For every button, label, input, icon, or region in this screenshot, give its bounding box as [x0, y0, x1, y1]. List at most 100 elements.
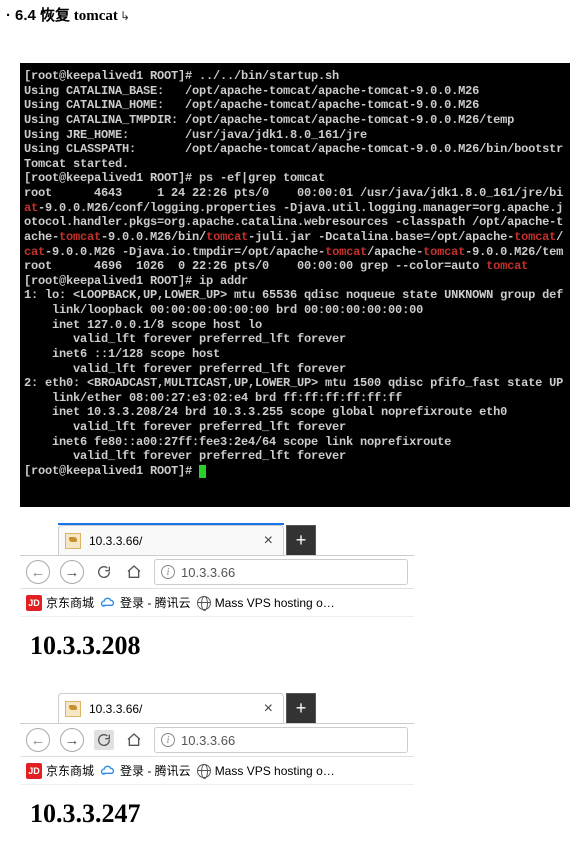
return-symbol: ↲	[120, 9, 130, 23]
browser-window-1: 10.3.3.66/ × + ← → i 10.3.3.66 JD 京东商城 登…	[20, 523, 414, 675]
favicon-icon	[65, 533, 81, 549]
match-text: at	[24, 201, 38, 215]
favicon-icon	[65, 701, 81, 717]
bullet: ·	[6, 7, 11, 24]
globe-icon	[197, 764, 211, 778]
bookmark-label: 京东商城	[46, 762, 94, 779]
prompt: [root@keepalived1 ROOT]#	[24, 171, 199, 185]
address-text: 10.3.3.66	[181, 565, 235, 580]
output-line: inet6 fe80::a00:27ff:fee3:2e4/64 scope l…	[24, 435, 451, 449]
bookmark-bar: JD 京东商城 登录 - 腾讯云 Mass VPS hosting o…	[20, 589, 414, 617]
output-line: /apache-	[367, 245, 423, 259]
home-button[interactable]	[124, 730, 144, 750]
bookmark-label: 登录 - 腾讯云	[120, 594, 191, 611]
browser-tab[interactable]: 10.3.3.66/ ×	[58, 693, 284, 723]
reload-button[interactable]	[94, 730, 114, 750]
output-line: 2: eth0: <BROADCAST,MULTICAST,UP,LOWER_U…	[24, 376, 563, 390]
command: ps -ef|grep tomcat	[199, 171, 325, 185]
bookmark-item-vps[interactable]: Mass VPS hosting o…	[197, 596, 335, 610]
browser-window-2: 10.3.3.66/ × + ← → i 10.3.3.66 JD 京东商城 登…	[20, 691, 414, 843]
home-icon	[126, 564, 142, 580]
address-text: 10.3.3.66	[181, 733, 235, 748]
output-line: Using JRE_HOME: /usr/java/jdk1.8.0_161/j…	[24, 128, 367, 142]
bookmark-label: 京东商城	[46, 594, 94, 611]
output-line: -9.0.0.M26/bin/	[101, 230, 206, 244]
info-icon[interactable]: i	[161, 565, 175, 579]
home-icon	[126, 732, 142, 748]
reload-button[interactable]	[94, 562, 114, 582]
prompt: [root@keepalived1 ROOT]#	[24, 464, 199, 478]
address-bar[interactable]: i 10.3.3.66	[154, 727, 408, 753]
output-line: inet 10.3.3.208/24 brd 10.3.3.255 scope …	[24, 405, 507, 419]
page-text: 10.3.3.208	[30, 631, 141, 660]
output-line: root 4696 1026 0 22:26 pts/0 00:00:00 gr…	[24, 259, 486, 273]
command: ../../bin/startup.sh	[199, 69, 339, 83]
output-line: valid_lft forever preferred_lft forever	[24, 362, 346, 376]
match-text: cat	[24, 245, 45, 259]
match-text: tomcat	[325, 245, 367, 259]
match-text: tomcat	[59, 230, 101, 244]
output-line: valid_lft forever preferred_lft forever	[24, 449, 346, 463]
output-line: Tomcat started.	[24, 157, 129, 171]
prompt: [root@keepalived1 ROOT]#	[24, 274, 199, 288]
output-line: ache-	[24, 230, 59, 244]
prompt: [root@keepalived1 ROOT]#	[24, 69, 199, 83]
browser-toolbar: ← → i 10.3.3.66	[20, 555, 414, 589]
output-line: -juli.jar -Dcatalina.base=/opt/apache-	[248, 230, 514, 244]
cursor	[199, 465, 206, 478]
output-line: root 4643 1 24 22:26 pts/0 00:00:01 /usr…	[24, 186, 563, 200]
new-tab-button[interactable]: +	[286, 693, 316, 723]
tab-bar: 10.3.3.66/ × +	[20, 523, 414, 555]
page-body: 10.3.3.247	[20, 785, 414, 843]
bookmark-label: 登录 - 腾讯云	[120, 762, 191, 779]
output-line: -9.0.0.M26/conf/logging.properties -Djav…	[38, 201, 563, 215]
cloud-icon	[100, 596, 116, 610]
match-text: tomcat	[514, 230, 556, 244]
close-tab-button[interactable]: ×	[260, 700, 277, 718]
bookmark-item-vps[interactable]: Mass VPS hosting o…	[197, 764, 335, 778]
new-tab-button[interactable]: +	[286, 525, 316, 555]
output-line: link/ether 08:00:27:e3:02:e4 brd ff:ff:f…	[24, 391, 402, 405]
heading-text: 恢复 tomcat	[40, 8, 118, 24]
bookmark-item-tencent[interactable]: 登录 - 腾讯云	[100, 762, 191, 779]
terminal-window: [root@keepalived1 ROOT]# ../../bin/start…	[20, 63, 570, 507]
tab-title: 10.3.3.66/	[89, 534, 260, 548]
jd-icon: JD	[26, 763, 42, 779]
address-bar[interactable]: i 10.3.3.66	[154, 559, 408, 585]
output-line: Using CATALINA_TMPDIR: /opt/apache-tomca…	[24, 113, 514, 127]
bookmark-label: Mass VPS hosting o…	[215, 764, 335, 778]
output-line: -9.0.0.M26/tem	[465, 245, 563, 259]
bookmark-item-jd[interactable]: JD 京东商城	[26, 762, 94, 779]
info-icon[interactable]: i	[161, 733, 175, 747]
match-text: tomcat	[206, 230, 248, 244]
browser-tab[interactable]: 10.3.3.66/ ×	[58, 525, 284, 555]
match-text: tomcat	[486, 259, 528, 273]
output-line: -9.0.0.M26 -Djava.io.tmpdir=/opt/apache-	[45, 245, 325, 259]
output-line: valid_lft forever preferred_lft forever	[24, 332, 346, 346]
cloud-icon	[100, 764, 116, 778]
forward-button[interactable]: →	[60, 560, 84, 584]
back-button[interactable]: ←	[26, 560, 50, 584]
tab-title: 10.3.3.66/	[89, 702, 260, 716]
page-body: 10.3.3.208	[20, 617, 414, 675]
bookmark-bar: JD 京东商城 登录 - 腾讯云 Mass VPS hosting o…	[20, 757, 414, 785]
output-line: link/loopback 00:00:00:00:00:00 brd 00:0…	[24, 303, 423, 317]
output-line: inet 127.0.0.1/8 scope host lo	[24, 318, 262, 332]
bookmark-item-jd[interactable]: JD 京东商城	[26, 594, 94, 611]
page-text: 10.3.3.247	[30, 799, 141, 828]
forward-button[interactable]: →	[60, 728, 84, 752]
bookmark-item-tencent[interactable]: 登录 - 腾讯云	[100, 594, 191, 611]
output-line: Using CLASSPATH: /opt/apache-tomcat/apac…	[24, 142, 563, 156]
output-line: inet6 ::1/128 scope host	[24, 347, 220, 361]
output-line: /	[556, 230, 563, 244]
heading-number: 6.4	[15, 7, 36, 24]
globe-icon	[197, 596, 211, 610]
close-tab-button[interactable]: ×	[260, 532, 277, 550]
home-button[interactable]	[124, 562, 144, 582]
command: ip addr	[199, 274, 248, 288]
match-text: tomcat	[423, 245, 465, 259]
reload-icon	[96, 564, 112, 580]
back-button[interactable]: ←	[26, 728, 50, 752]
output-line: otocol.handler.pkgs=org.apache.catalina.…	[24, 215, 563, 229]
output-line: Using CATALINA_BASE: /opt/apache-tomcat/…	[24, 84, 479, 98]
